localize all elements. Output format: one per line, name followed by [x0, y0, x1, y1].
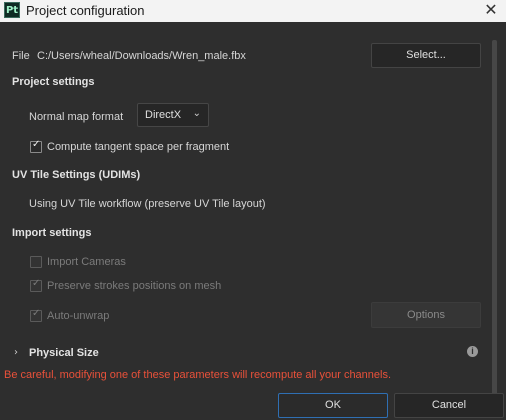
normal-map-format-select[interactable]: DirectX ⌄ [137, 103, 209, 127]
preserve-strokes-label: Preserve strokes positions on mesh [47, 280, 222, 292]
auto-unwrap-checkbox[interactable]: ✓ [30, 308, 42, 322]
import-cameras-label: Import Cameras [47, 256, 126, 268]
checkmark-icon: ✓ [32, 308, 41, 319]
options-button[interactable]: Options [371, 302, 481, 328]
auto-unwrap-label: Auto-unwrap [47, 310, 110, 322]
scrollbar-thumb[interactable] [492, 40, 497, 398]
import-settings-heading: Import settings [12, 227, 92, 239]
close-icon[interactable]: ✕ [482, 0, 500, 20]
info-icon[interactable]: i [467, 346, 478, 357]
normal-map-format-label: Normal map format [29, 111, 124, 123]
preserve-strokes-checkbox[interactable]: ✓ [30, 278, 42, 292]
compute-tangent-label: Compute tangent space per fragment [47, 141, 230, 153]
compute-tangent-checkbox[interactable]: ✓ [30, 139, 42, 153]
title-bar: Pt Project configuration ✕ [0, 0, 506, 22]
checkmark-icon: ✓ [32, 278, 41, 289]
select-file-button[interactable]: Select... [371, 43, 481, 68]
cancel-button[interactable]: Cancel [394, 393, 504, 418]
import-cameras-checkbox[interactable] [30, 256, 42, 268]
chevron-right-icon[interactable]: › [14, 347, 18, 358]
file-label: File [12, 50, 30, 62]
app-logo-icon: Pt [4, 2, 20, 18]
project-settings-heading: Project settings [12, 76, 95, 88]
warning-message: Be careful, modifying one of these param… [4, 369, 392, 381]
physical-size-heading[interactable]: Physical Size [29, 347, 99, 359]
checkmark-icon: ✓ [32, 139, 41, 150]
uv-tile-workflow-text: Using UV Tile workflow (preserve UV Tile… [29, 198, 266, 210]
normal-map-format-value: DirectX [145, 109, 182, 121]
uv-tile-heading: UV Tile Settings (UDIMs) [12, 169, 141, 181]
file-path: C:/Users/wheal/Downloads/Wren_male.fbx [37, 50, 246, 62]
ok-button[interactable]: OK [278, 393, 388, 418]
chevron-down-icon: ⌄ [192, 108, 201, 119]
window-title: Project configuration [26, 3, 145, 18]
